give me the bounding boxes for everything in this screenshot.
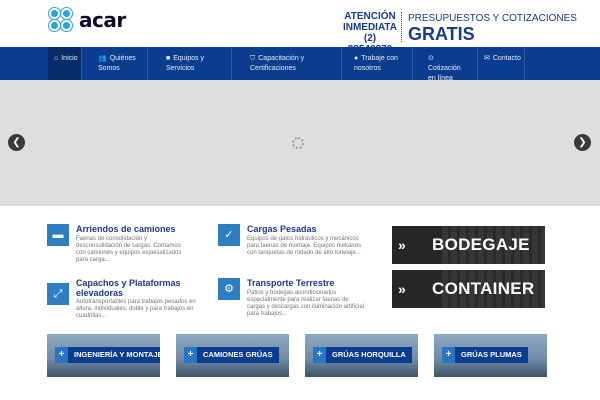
service-capachos[interactable]: ⤢ Capachos y Plataformas elevadoras Auto… xyxy=(47,278,197,328)
nav-item-contacto[interactable]: ✉ Contacto xyxy=(478,47,525,80)
nav-item-label: Capacitación y Certificaciones xyxy=(250,55,305,72)
worker-icon: ● xyxy=(354,55,359,62)
header-divider xyxy=(401,12,402,42)
service-cargas-pesadas[interactable]: ✓ Cargas Pesadas Equipos de gatos hidráu… xyxy=(218,224,368,274)
service-text: Equipos de gatos hidráulicos y mecánicos… xyxy=(247,236,362,256)
nav-item-trabaje[interactable]: ● Trabaje con nosotros xyxy=(342,47,413,80)
home-icon: ⌂ xyxy=(54,55,59,62)
service-title[interactable]: Cargas Pesadas xyxy=(247,224,317,234)
location-icon: ⊙ xyxy=(428,55,434,62)
tile-gruas-horquilla[interactable]: + GRÚAS HORQUILLA xyxy=(305,334,418,377)
double-chevron-icon: » xyxy=(398,237,406,253)
slider-prev-button[interactable]: ❮ xyxy=(8,134,25,151)
users-icon: 👥 xyxy=(98,55,107,62)
service-title[interactable]: Arriendos de camiones xyxy=(76,224,176,234)
truck-icon: ▬ xyxy=(47,224,69,246)
shield-icon: ⛉ xyxy=(250,55,256,62)
network-icon: ⚙ xyxy=(218,278,240,300)
logo-text: acar xyxy=(79,8,126,32)
expand-icon: ⤢ xyxy=(47,283,69,305)
double-chevron-icon: » xyxy=(398,281,406,297)
quote-block: PRESUPUESTOS Y COTIZACIONES GRATIS xyxy=(408,13,577,43)
attention-line1: ATENCIÓN xyxy=(344,11,396,22)
tile-label-bar: + GRÚAS PLUMAS xyxy=(442,347,528,363)
tile-label: CAMIONES GRÚAS xyxy=(203,350,273,359)
check-icon: ✓ xyxy=(218,224,240,246)
nav-item-quienes-somos[interactable]: 👥 Quiénes Somos xyxy=(82,47,148,80)
page: acar ATENCIÓN INMEDIATA (2) 28540870 PRE… xyxy=(0,0,600,400)
nav-item-equipos[interactable]: ■ Equipos y Servicios xyxy=(148,47,232,80)
nav-item-label: Contacto xyxy=(492,55,521,62)
service-text: Patios y bodegas acondicionados especial… xyxy=(247,290,365,317)
plus-icon: + xyxy=(55,347,68,363)
tile-label: INGENIERÍA Y MONTAJE xyxy=(74,350,160,359)
main-nav: ⌂ Inicio 👥 Quiénes Somos ■ Equipos y Servic… xyxy=(0,47,600,82)
tile-label-bar: + CAMIONES GRÚAS xyxy=(184,347,279,363)
quote-line2: GRATIS xyxy=(408,24,475,44)
banner-label: BODEGAJE xyxy=(432,235,530,254)
tile-label: GRÚAS PLUMAS xyxy=(461,350,522,359)
truck-icon: ■ xyxy=(166,55,171,62)
tile-label: GRÚAS HORQUILLA xyxy=(332,350,406,359)
logo-icon xyxy=(49,8,73,32)
nav-item-capacitacion[interactable]: ⛉ Capacitación y Certificaciones xyxy=(232,47,342,80)
site-logo[interactable]: acar xyxy=(49,8,126,32)
banner-label: CONTAINER xyxy=(432,279,535,298)
tile-gruas-plumas[interactable]: + GRÚAS PLUMAS xyxy=(434,334,547,377)
banner-bodegaje[interactable]: » BODEGAJE xyxy=(392,226,545,264)
attention-line2: INMEDIATA xyxy=(342,22,398,33)
service-transporte[interactable]: ⚙ Transporte Terrestre Patios y bodegas … xyxy=(218,278,368,328)
nav-item-label: Trabaje con nosotros xyxy=(354,55,398,72)
tile-ingenieria[interactable]: + INGENIERÍA Y MONTAJE xyxy=(47,334,160,377)
slider-next-button[interactable]: ❯ xyxy=(574,134,591,151)
nav-item-label: Inicio xyxy=(61,55,78,62)
service-arriendos[interactable]: ▬ Arriendos de camiones Faenas de consol… xyxy=(47,224,197,274)
service-title[interactable]: Transporte Terrestre xyxy=(247,278,334,288)
hero-slider: ❮ ❯ xyxy=(0,80,600,206)
plus-icon: + xyxy=(442,347,455,363)
nav-item-inicio[interactable]: ⌂ Inicio xyxy=(48,47,82,80)
nav-item-label: Equipos y Servicios xyxy=(166,55,204,72)
plus-icon: + xyxy=(184,347,197,363)
banner-container[interactable]: » CONTAINER xyxy=(392,270,545,308)
service-text: Faenas de consolidación y desconsolidaci… xyxy=(76,236,182,263)
service-text: Autotransportables para trabajos pesados… xyxy=(76,299,196,319)
tile-label-bar: + INGENIERÍA Y MONTAJE xyxy=(55,347,160,363)
site-header: acar ATENCIÓN INMEDIATA (2) 28540870 PRE… xyxy=(0,0,600,55)
nav-item-cotizacion[interactable]: ⊙Cotización en línea xyxy=(413,47,478,82)
loading-spinner-icon xyxy=(292,137,304,149)
tile-camiones-gruas[interactable]: + CAMIONES GRÚAS xyxy=(176,334,289,377)
plus-icon: + xyxy=(313,347,326,363)
service-title[interactable]: Capachos y Plataformas elevadoras xyxy=(76,278,196,298)
tile-label-bar: + GRÚAS HORQUILLA xyxy=(313,347,412,363)
envelope-icon: ✉ xyxy=(484,55,490,62)
